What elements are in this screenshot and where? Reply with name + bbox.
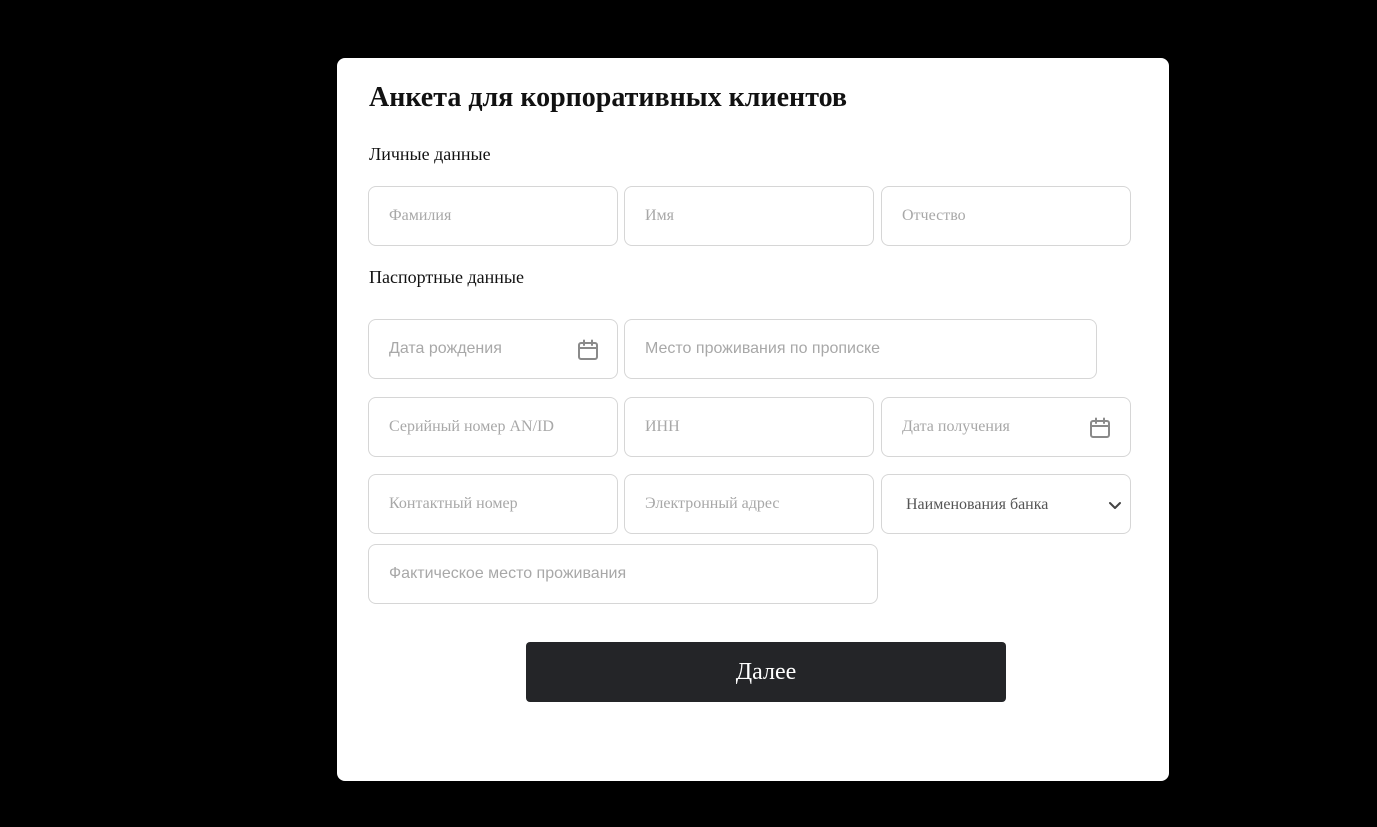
section-passport-data: Паспортные данные <box>369 267 524 287</box>
calendar-icon[interactable] <box>576 338 600 362</box>
email-field <box>624 474 874 534</box>
issue-date-field <box>881 397 1131 457</box>
first-name-field <box>624 186 874 246</box>
registration-address-field <box>624 319 1097 379</box>
patronymic-field <box>881 186 1131 246</box>
actual-address-input[interactable] <box>369 545 877 603</box>
last-name-input[interactable] <box>369 187 617 245</box>
section-personal-data: Личные данные <box>369 144 491 164</box>
form-title: Анкета для корпоративных клиентов <box>369 82 847 113</box>
email-input[interactable] <box>625 475 873 533</box>
first-name-input[interactable] <box>625 187 873 245</box>
serial-number-input[interactable] <box>369 398 617 456</box>
registration-address-input[interactable] <box>625 320 1096 378</box>
calendar-icon[interactable] <box>1088 416 1112 440</box>
birth-date-field <box>368 319 618 379</box>
serial-number-field <box>368 397 618 457</box>
bank-select[interactable]: Наименования банка <box>882 475 1130 533</box>
next-button[interactable]: Далее <box>526 642 1006 702</box>
last-name-field <box>368 186 618 246</box>
inn-field <box>624 397 874 457</box>
contact-number-field <box>368 474 618 534</box>
bank-select-field: Наименования банка <box>881 474 1131 534</box>
contact-number-input[interactable] <box>369 475 617 533</box>
inn-input[interactable] <box>625 398 873 456</box>
patronymic-input[interactable] <box>882 187 1130 245</box>
corporate-client-form-card: Анкета для корпоративных клиентов Личные… <box>337 58 1169 781</box>
actual-address-field <box>368 544 878 604</box>
